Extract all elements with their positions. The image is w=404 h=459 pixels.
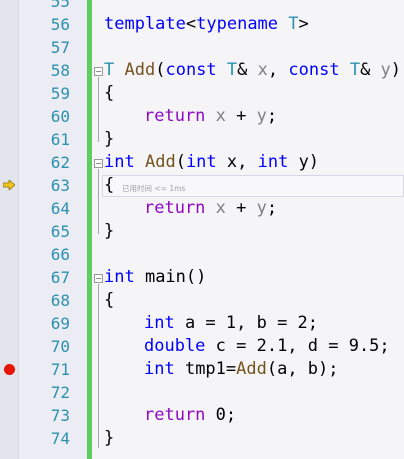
line-number: 71	[50, 360, 70, 379]
code-line-61[interactable]: }	[104, 128, 114, 151]
line-number: 73	[50, 406, 70, 425]
code-line-63[interactable]: {	[104, 174, 114, 197]
line-number: 64	[50, 199, 70, 218]
line-number: 59	[50, 84, 70, 103]
code-line-74[interactable]: }	[104, 427, 114, 450]
perf-tip[interactable]: 已用时间 <= 1ms	[122, 183, 185, 194]
fold-guide	[98, 284, 99, 448]
breakpoint-icon[interactable]	[4, 364, 15, 375]
code-line-65[interactable]: }	[104, 220, 114, 243]
line-number: 68	[50, 291, 70, 310]
line-number: 69	[50, 314, 70, 333]
code-editor[interactable]: 55 56 57 58 59 60 61 62 63 64 65 66 67 6…	[0, 0, 404, 459]
code-line-56[interactable]: template<typename T>	[104, 13, 309, 36]
line-number: 56	[50, 15, 70, 34]
line-number: 65	[50, 222, 70, 241]
line-number: 62	[50, 153, 70, 172]
code-line-69[interactable]: int a = 1, b = 2;	[144, 312, 318, 335]
code-line-64[interactable]: return x + y;	[144, 197, 277, 220]
code-line-71[interactable]: int tmp1=Add(a, b);	[144, 358, 339, 381]
instruction-pointer-arrow-icon	[3, 180, 15, 190]
line-number: 70	[50, 337, 70, 356]
line-number-gutter: 55 56 57 58 59 60 61 62 63 64 65 66 67 6…	[19, 0, 85, 459]
code-line-70[interactable]: double c = 2.1, d = 9.5;	[144, 335, 390, 358]
code-line-68[interactable]: {	[104, 289, 114, 312]
fold-toggle-icon[interactable]: −	[94, 67, 103, 76]
fold-guide	[98, 169, 99, 234]
code-line-58[interactable]: T Add(const T& x, const T& y)	[104, 59, 401, 82]
glyph-margin[interactable]	[0, 0, 19, 459]
line-number: 55	[50, 0, 70, 11]
line-number: 57	[50, 38, 70, 57]
code-line-73[interactable]: return 0;	[144, 404, 236, 427]
line-number: 61	[50, 130, 70, 149]
line-number: 66	[50, 245, 70, 264]
line-number: 58	[50, 61, 70, 80]
fold-guide	[98, 77, 99, 142]
line-number: 74	[50, 429, 70, 448]
fold-toggle-icon[interactable]: −	[94, 159, 103, 168]
fold-toggle-icon[interactable]: −	[94, 274, 103, 283]
line-number: 72	[50, 383, 70, 402]
line-number: 60	[50, 107, 70, 126]
code-line-59[interactable]: {	[104, 82, 114, 105]
code-line-60[interactable]: return x + y;	[144, 105, 277, 128]
code-line-62[interactable]: int Add(int x, int y)	[104, 151, 319, 174]
code-line-67[interactable]: int main()	[104, 266, 206, 289]
code-area[interactable]: − − − template<typename T> T Add(const T…	[92, 0, 404, 459]
line-number: 67	[50, 268, 70, 287]
line-number: 63	[50, 176, 70, 195]
